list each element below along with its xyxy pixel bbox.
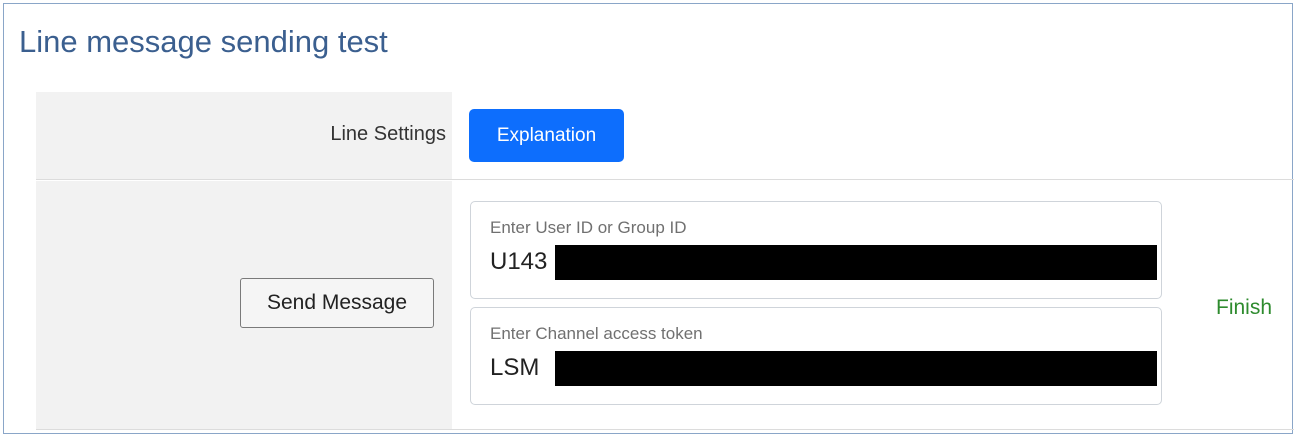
line-settings-label: Line Settings [330, 123, 446, 145]
send-message-row: Send Message Enter User ID or Group ID U… [36, 181, 1294, 430]
send-status-text: Finish [1216, 296, 1273, 319]
channel-token-field[interactable]: Enter Channel access token LSM [470, 307, 1162, 405]
channel-token-field-label: Enter Channel access token [490, 324, 703, 343]
page-title: Line message sending test [19, 24, 388, 59]
redaction-bar [555, 245, 1157, 280]
send-message-button[interactable]: Send Message [240, 278, 434, 328]
user-id-field-value[interactable]: U143 [490, 248, 547, 276]
line-settings-label-cell: Line Settings [36, 92, 452, 179]
redaction-bar [555, 351, 1157, 386]
explanation-button[interactable]: Explanation [469, 109, 624, 162]
channel-token-field-value[interactable]: LSM [490, 354, 539, 382]
send-message-label-cell: Send Message [36, 181, 452, 429]
message-test-panel: Line message sending test Line Settings … [3, 3, 1294, 434]
user-id-field[interactable]: Enter User ID or Group ID U143 [470, 201, 1162, 299]
user-id-field-label: Enter User ID or Group ID [490, 218, 687, 237]
line-settings-row: Line Settings Explanation [36, 92, 1294, 180]
